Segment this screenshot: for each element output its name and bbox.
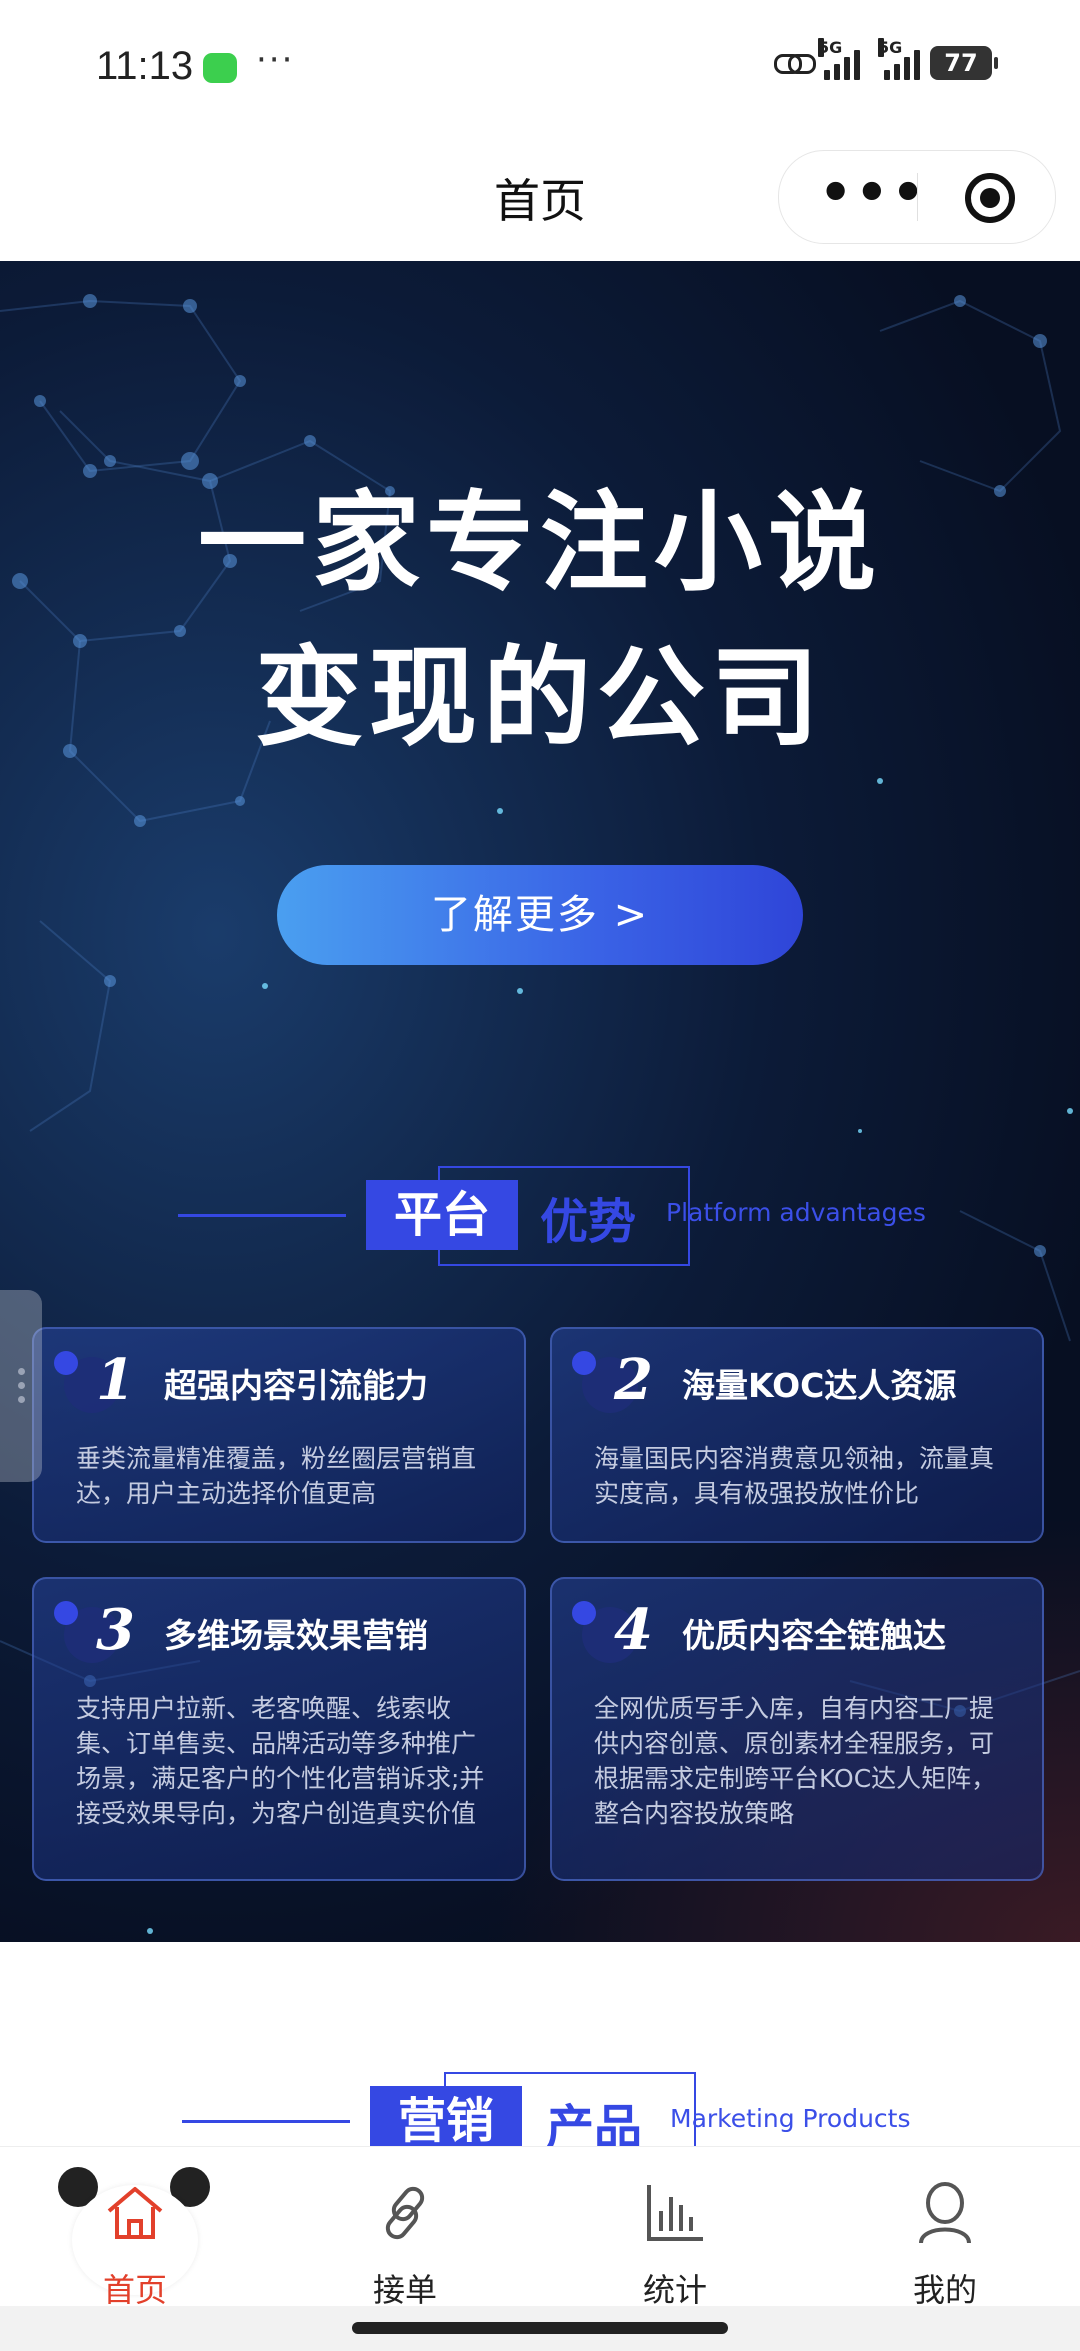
heading-block-text: 平台 — [366, 1180, 518, 1250]
advantage-card-1[interactable]: 1 超强内容引流能力 垂类流量精准覆盖，粉丝圈层营销直达，用户主动选择价值更高 — [32, 1327, 526, 1543]
status-time: 11:13 — [96, 44, 194, 88]
card-description: 全网优质写手入库，自有内容工厂提供内容创意、原创素材全程服务，可根据需求定制跨平… — [594, 1694, 997, 1828]
tab-statistics[interactable]: 统计 — [540, 2147, 810, 2309]
heading-line — [182, 2120, 350, 2123]
tab-label: 统计 — [642, 2271, 707, 2309]
tab-profile[interactable]: 我的 — [810, 2147, 1080, 2309]
battery-icon: 77 — [930, 46, 998, 80]
tab-orders[interactable]: 接单 — [270, 2147, 540, 2309]
hero-banner: 一家专注小说 变现的公司 了解更多 > 平台 优势 Platform advan… — [0, 261, 1080, 1942]
home-icon — [107, 2187, 163, 2239]
card-title: 多维场景效果营销 — [164, 1616, 428, 1655]
card-number: 4 — [614, 1597, 653, 1663]
card-dot — [54, 1601, 78, 1625]
card-description: 支持用户拉新、老客唤醒、线索收集、订单售卖、品牌活动等多种推广场景，满足客户的个… — [76, 1694, 485, 1828]
advantage-card-2[interactable]: 2 海量KOC达人资源 海量国民内容消费意见领袖，流量真实度高，具有极强投放性价… — [550, 1327, 1044, 1543]
card-number: 1 — [96, 1347, 135, 1413]
heading-english: Marketing Products — [670, 2104, 911, 2133]
card-description: 海量国民内容消费意见领袖，流量真实度高，具有极强投放性价比 — [594, 1444, 995, 1508]
heading-line — [178, 1214, 346, 1217]
hero-headline-line2: 变现的公司 — [254, 636, 825, 761]
capsule-divider — [917, 173, 918, 221]
tab-label: 接单 — [372, 2271, 437, 2309]
card-dot — [572, 1601, 596, 1625]
status-bar: 11:13 ··· 5G 5G 77 — [0, 0, 1080, 135]
card-number: 2 — [614, 1347, 653, 1413]
link-icon — [385, 2186, 425, 2240]
heading-blue-text: 优势 — [540, 1194, 637, 1250]
learn-more-button[interactable]: 了解更多 > — [277, 865, 803, 965]
tab-label: 我的 — [912, 2271, 977, 2309]
platform-advantages-heading: 平台 优势 Platform advantages — [0, 1166, 1080, 1266]
message-icon — [203, 53, 237, 83]
advantage-card-3[interactable]: 3 多维场景效果营销 支持用户拉新、老客唤醒、线索收集、订单售卖、品牌活动等多种… — [32, 1577, 526, 1881]
home-indicator[interactable] — [352, 2322, 728, 2334]
card-number: 3 — [96, 1597, 135, 1663]
side-drag-handle[interactable] — [0, 1290, 42, 1482]
hotspot-icon — [774, 50, 816, 76]
card-dot — [54, 1351, 78, 1375]
miniprogram-capsule: ••• — [778, 150, 1056, 244]
card-title: 优质内容全链触达 — [682, 1616, 946, 1655]
signal-icon: 5G — [818, 38, 860, 80]
tab-label: 首页 — [102, 2271, 167, 2309]
advantage-card-4[interactable]: 4 优质内容全链触达 全网优质写手入库，自有内容工厂提供内容创意、原创素材全程服… — [550, 1577, 1044, 1881]
card-title: 超强内容引流能力 — [164, 1366, 428, 1405]
close-target-icon[interactable] — [965, 173, 1015, 223]
card-dot — [572, 1351, 596, 1375]
signal-icon-2: 5G — [878, 38, 920, 80]
bar-chart-icon — [647, 2185, 703, 2241]
user-icon — [919, 2182, 971, 2244]
hero-headline-line1: 一家专注小说 — [197, 481, 882, 606]
tab-home[interactable]: 首页 — [0, 2147, 270, 2309]
card-description: 垂类流量精准覆盖，粉丝圈层营销直达，用户主动选择价值更高 — [76, 1444, 477, 1508]
more-button[interactable]: ••• — [819, 163, 928, 223]
status-right: 5G 5G 77 — [774, 38, 998, 80]
card-title: 海量KOC达人资源 — [682, 1366, 957, 1405]
status-dots: ··· — [256, 40, 295, 80]
heading-english: Platform advantages — [666, 1198, 926, 1227]
tab-bar: 首页 接单 统计 我的 — [0, 2146, 1080, 2309]
